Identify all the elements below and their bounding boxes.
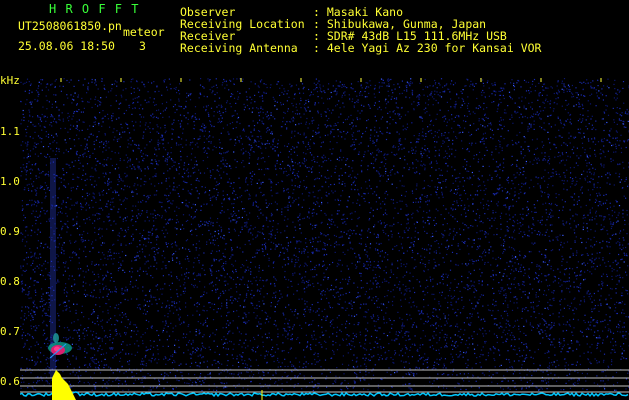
field-value-antenna: : 4ele Yagi Az 230 for Kansai VOR <box>313 41 542 55</box>
y-unit-label: kHz <box>0 74 20 87</box>
x-tick-marks <box>60 78 602 82</box>
spectrogram-canvas <box>20 78 629 400</box>
y-tick-label: 0.8 <box>0 275 20 288</box>
spectrogram-window: H R O F F T UT2508061850.pn meteor 25.08… <box>0 0 629 400</box>
y-tick-label: 0.9 <box>0 225 20 238</box>
echo-count: 3 <box>139 39 146 53</box>
y-tick-label: 1.1 <box>0 125 20 138</box>
noise-field <box>20 78 629 392</box>
y-tick-label: 0.7 <box>0 325 20 338</box>
y-tick-label: 1.0 <box>0 175 20 188</box>
echo-profile <box>52 370 76 400</box>
program-title: H R O F F T <box>49 2 140 16</box>
date-time: 25.08.06 18:50 <box>18 39 115 53</box>
spectrogram-plot <box>20 78 629 400</box>
y-tick-label: 0.6 <box>0 375 20 388</box>
file-name: UT2508061850.pn <box>18 19 122 33</box>
mode-label: meteor <box>123 25 165 39</box>
field-label-antenna: Receiving Antenna <box>180 41 298 55</box>
